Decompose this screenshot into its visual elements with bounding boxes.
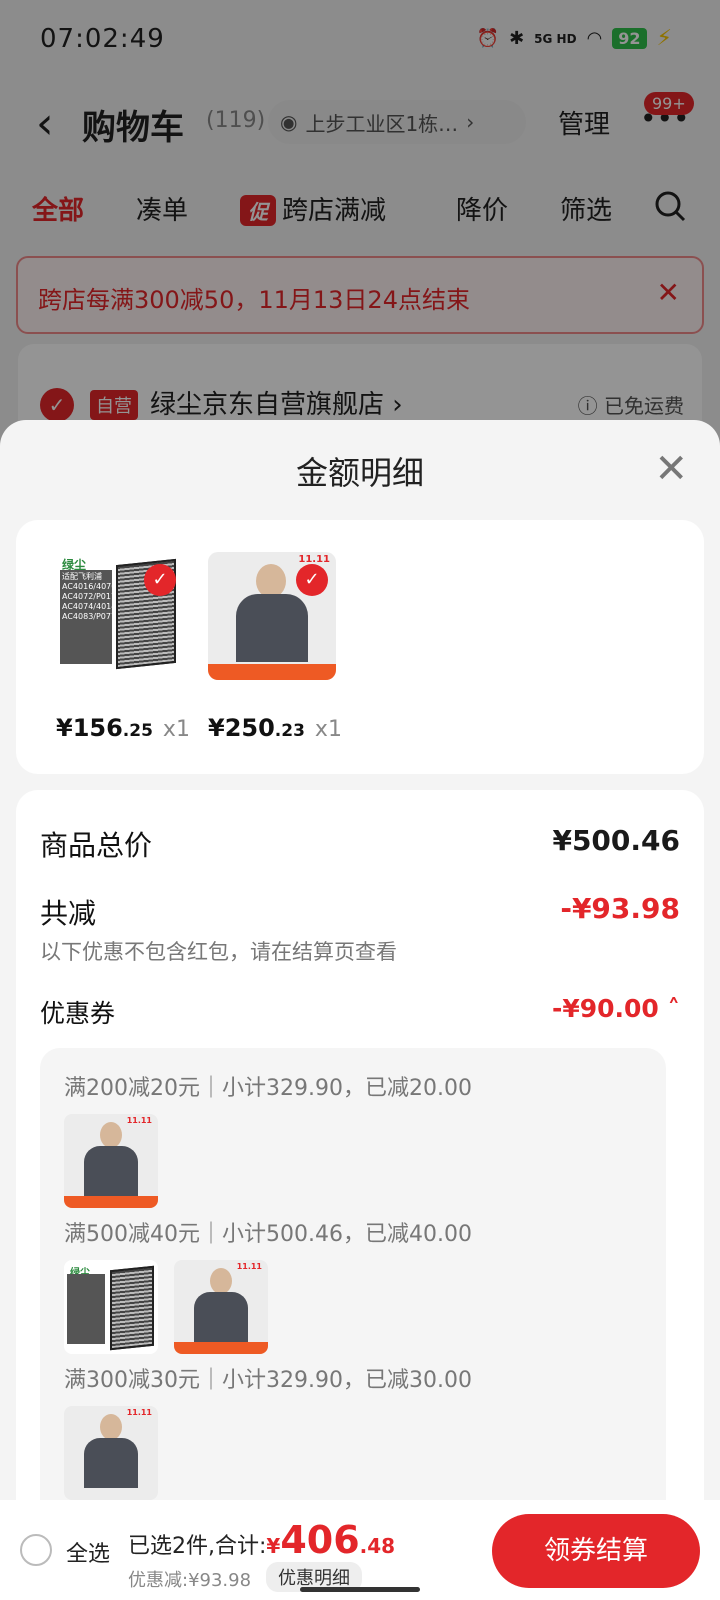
promo-mark: 11.11 <box>236 1262 262 1271</box>
reduce-value: -¥93.98 <box>560 892 680 925</box>
reduce-label: 共减 <box>40 897 97 930</box>
product-price: ¥250.23 x1 <box>208 714 342 742</box>
price-dec: .25 <box>122 721 153 741</box>
home-indicator[interactable] <box>300 1587 420 1592</box>
jacket-body <box>84 1146 138 1196</box>
price-summary: 商品总价 ¥500.46 共减 -¥93.98 以下优惠不包含红包，请在结算页查… <box>16 790 704 1500</box>
promo-strip <box>174 1342 268 1354</box>
rule-product-thumb: 11.11 <box>174 1260 268 1354</box>
model-head <box>210 1268 232 1294</box>
total-dec: .48 <box>359 1534 396 1558</box>
rule-product-thumb: 11.11 <box>64 1114 158 1208</box>
total-label: 商品总价 <box>40 829 153 862</box>
selected-summary: 已选2件,合计:¥406.48 <box>128 1518 395 1562</box>
discount-note: 以下优惠不包含红包，请在结算页查看 <box>40 940 397 964</box>
rule-product-thumb: 11.11 <box>64 1406 158 1500</box>
jacket-body <box>194 1292 248 1342</box>
promo-strip <box>208 664 336 680</box>
coupon-rule: 满500减40元｜小计500.46，已减40.00 <box>64 1222 472 1247</box>
checkout-bar: 全选 已选2件,合计:¥406.48 优惠减:¥93.98 优惠明细 领券结算 <box>0 1500 720 1600</box>
product-image-jacket: 11.11 ✓ <box>208 552 336 680</box>
select-all-radio[interactable] <box>20 1534 52 1566</box>
product-price: ¥156.25 x1 <box>56 714 190 742</box>
total-value: ¥500.46 <box>552 824 680 857</box>
package-box <box>67 1274 105 1344</box>
model-head <box>100 1122 122 1148</box>
total-currency: ¥ <box>266 1534 281 1558</box>
total-row: 商品总价 ¥500.46 <box>40 824 680 864</box>
select-all-label[interactable]: 全选 <box>66 1536 110 1568</box>
coupon-details: 满200减20元｜小计329.90，已减20.00 11.11 满500减40元… <box>40 1048 666 1500</box>
coupon-label: 优惠券 <box>40 999 116 1028</box>
price-int: ¥250 <box>208 714 275 742</box>
checkout-button[interactable]: 领券结算 <box>492 1514 700 1588</box>
total-int: 406 <box>280 1518 360 1562</box>
coupon-value: -¥90.00 ˄ <box>551 994 680 1023</box>
rule-product-thumb: 绿尘 <box>64 1260 158 1354</box>
checked-icon: ✓ <box>296 564 328 596</box>
product-image-filter: 绿尘 适配飞利浦 AC4016/4076 AC4072/P017 AC4074/401… <box>56 552 184 680</box>
package-label: 适配飞利浦 AC4016/4076 AC4072/P017 AC4074/4014 AC… <box>62 572 117 621</box>
discount-summary: 优惠减:¥93.98 <box>128 1570 252 1591</box>
amount-detail-sheet: 金额明细 ✕ 绿尘 适配飞利浦 AC4016/4076 AC4072/P017 AC4… <box>0 420 720 1500</box>
reduce-row: 共减 -¥93.98 <box>40 892 680 932</box>
promo-mark: 11.11 <box>126 1408 152 1417</box>
close-icon[interactable]: ✕ <box>654 446 688 492</box>
package-box: 适配飞利浦 AC4016/4076 AC4072/P017 AC4074/4014 AC… <box>60 570 117 664</box>
promo-mark: 11.11 <box>126 1116 152 1125</box>
total-amount: ¥406.48 <box>266 1518 396 1562</box>
price-dec: .23 <box>274 721 305 741</box>
price-int: ¥156 <box>56 714 123 742</box>
model-head <box>256 564 286 598</box>
model-head <box>100 1414 122 1440</box>
sheet-title: 金额明细 <box>295 454 424 492</box>
product-qty: x1 <box>314 717 342 742</box>
filter-mesh <box>110 1265 154 1351</box>
promo-strip <box>64 1196 158 1208</box>
jacket-body <box>84 1438 138 1488</box>
coupon-rule: 满200减20元｜小计329.90，已减20.00 <box>64 1076 472 1101</box>
coupon-row[interactable]: 优惠券 -¥90.00 ˄ <box>40 994 680 1030</box>
jacket-body <box>236 594 308 662</box>
coupon-rule: 满300减30元｜小计329.90，已减30.00 <box>64 1368 472 1393</box>
product-qty: x1 <box>162 717 190 742</box>
selected-text: 已选2件,合计: <box>128 1534 267 1559</box>
checked-icon: ✓ <box>144 564 176 596</box>
product-item[interactable]: 绿尘 适配飞利浦 AC4016/4076 AC4072/P017 AC4074/401… <box>56 552 190 742</box>
product-item[interactable]: 11.11 ✓ ¥250.23 x1 <box>208 552 342 742</box>
selected-products: 绿尘 适配飞利浦 AC4016/4076 AC4072/P017 AC4074/401… <box>16 520 704 774</box>
